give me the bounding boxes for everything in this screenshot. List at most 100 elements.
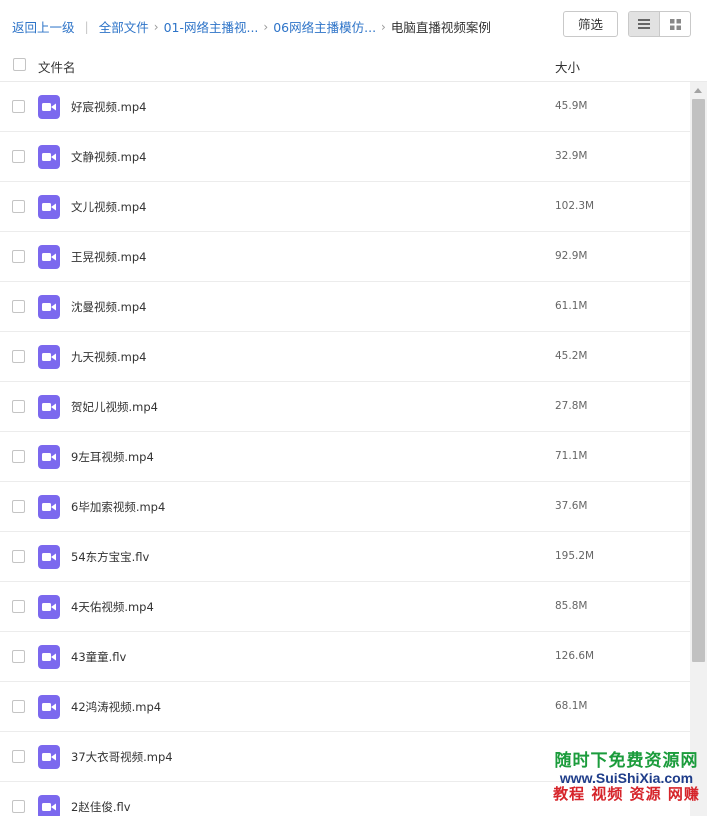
video-camera-icon [42, 603, 56, 611]
video-camera-icon [42, 503, 56, 511]
file-row[interactable]: 43童童.flv 126.6M [0, 632, 690, 682]
file-name[interactable]: 2赵佳俊.flv [71, 799, 131, 815]
video-file-icon [38, 545, 60, 569]
file-checkbox[interactable] [12, 450, 25, 463]
file-name[interactable]: 好宸视频.mp4 [71, 99, 146, 115]
file-name[interactable]: 43童童.flv [71, 649, 126, 665]
file-row[interactable]: 文儿视频.mp4 102.3M [0, 182, 690, 232]
file-name[interactable]: 沈曼视频.mp4 [71, 299, 146, 315]
video-file-icon [38, 95, 60, 119]
video-camera-icon [42, 653, 56, 661]
file-name[interactable]: 4天佑视频.mp4 [71, 599, 154, 615]
video-camera-icon [42, 103, 56, 111]
file-size: 68.1M [555, 700, 588, 712]
video-file-icon [38, 495, 60, 519]
file-name[interactable]: 37大衣哥视频.mp4 [71, 749, 173, 765]
file-name[interactable]: 54东方宝宝.flv [71, 549, 149, 565]
toolbar: 返回上一级 | 全部文件 › 01-网络主播视... › 06网络主播模仿...… [0, 0, 707, 48]
file-checkbox[interactable] [12, 600, 25, 613]
back-link[interactable]: 返回上一级 [12, 17, 75, 36]
file-row[interactable]: 贺妃儿视频.mp4 27.8M [0, 382, 690, 432]
file-checkbox[interactable] [12, 500, 25, 513]
file-size: 92.9M [555, 250, 588, 262]
file-size: 32.9M [555, 150, 588, 162]
file-name[interactable]: 王晃视频.mp4 [71, 249, 146, 265]
file-size: 102.3M [555, 200, 595, 212]
breadcrumb: 返回上一级 | 全部文件 › 01-网络主播视... › 06网络主播模仿...… [12, 17, 491, 36]
select-all-checkbox[interactable] [13, 58, 26, 71]
video-file-icon [38, 445, 60, 469]
video-file-icon [38, 245, 60, 269]
file-row[interactable]: 6毕加索视频.mp4 37.6M [0, 482, 690, 532]
video-file-icon [38, 795, 60, 816]
video-camera-icon [42, 453, 56, 461]
file-checkbox[interactable] [12, 700, 25, 713]
video-camera-icon [42, 353, 56, 361]
breadcrumb-current: 电脑直播视频案例 [390, 20, 491, 35]
file-row[interactable]: 九天视频.mp4 45.2M [0, 332, 690, 382]
file-size: 27.8M [555, 400, 588, 412]
filter-button[interactable]: 筛选 [563, 11, 618, 37]
scroll-up-arrow-icon[interactable] [694, 88, 702, 93]
file-checkbox[interactable] [12, 750, 25, 763]
file-size: 61.1M [555, 300, 588, 312]
file-size: 71.1M [555, 450, 588, 462]
grid-view-button[interactable] [660, 12, 690, 36]
breadcrumb-level-2[interactable]: 06网络主播模仿... [273, 17, 376, 36]
vertical-scrollbar[interactable] [690, 82, 707, 816]
file-row[interactable]: 文静视频.mp4 32.9M [0, 132, 690, 182]
video-camera-icon [42, 803, 56, 811]
file-size: 37.6M [555, 500, 588, 512]
file-name[interactable]: 9左耳视频.mp4 [71, 449, 154, 465]
video-camera-icon [42, 753, 56, 761]
file-checkbox[interactable] [12, 550, 25, 563]
file-size: 126.6M [555, 650, 595, 662]
file-row[interactable]: 9左耳视频.mp4 71.1M [0, 432, 690, 482]
watermark-line-3: 教程 视频 资源 网赚 [553, 785, 700, 804]
video-file-icon [38, 295, 60, 319]
file-checkbox[interactable] [12, 100, 25, 113]
file-name[interactable]: 6毕加索视频.mp4 [71, 499, 165, 515]
column-header-name[interactable]: 文件名 [38, 57, 76, 76]
file-checkbox[interactable] [12, 250, 25, 263]
file-name[interactable]: 文静视频.mp4 [71, 149, 146, 165]
file-row[interactable]: 42鸿涛视频.mp4 68.1M [0, 682, 690, 732]
file-row[interactable]: 54东方宝宝.flv 195.2M [0, 532, 690, 582]
file-size: 45.9M [555, 100, 588, 112]
video-file-icon [38, 195, 60, 219]
file-row[interactable]: 王晃视频.mp4 92.9M [0, 232, 690, 282]
file-checkbox[interactable] [12, 300, 25, 313]
list-view-button[interactable] [629, 12, 660, 36]
file-checkbox[interactable] [12, 800, 25, 813]
file-checkbox[interactable] [12, 650, 25, 663]
file-name[interactable]: 贺妃儿视频.mp4 [71, 399, 158, 415]
list-header: 文件名 大小 [0, 48, 707, 82]
video-camera-icon [42, 303, 56, 311]
file-row[interactable]: 好宸视频.mp4 45.9M [0, 82, 690, 132]
file-checkbox[interactable] [12, 200, 25, 213]
chevron-right-icon: › [381, 19, 386, 34]
breadcrumb-all-files[interactable]: 全部文件 [99, 17, 149, 36]
watermark-line-2: www.SuiShiXia.com [559, 769, 694, 786]
file-name[interactable]: 42鸿涛视频.mp4 [71, 699, 161, 715]
chevron-right-icon: › [153, 19, 159, 34]
video-camera-icon [42, 153, 56, 161]
scrollbar-thumb[interactable] [692, 99, 705, 662]
file-checkbox[interactable] [12, 150, 25, 163]
column-header-size[interactable]: 大小 [555, 57, 580, 76]
file-row[interactable]: 沈曼视频.mp4 61.1M [0, 282, 690, 332]
file-name[interactable]: 九天视频.mp4 [71, 349, 146, 365]
file-checkbox[interactable] [12, 400, 25, 413]
file-checkbox[interactable] [12, 350, 25, 363]
video-camera-icon [42, 403, 56, 411]
video-file-icon [38, 595, 60, 619]
list-view-icon [638, 19, 650, 29]
video-file-icon [38, 645, 60, 669]
file-name[interactable]: 文儿视频.mp4 [71, 199, 146, 215]
video-camera-icon [42, 253, 56, 261]
breadcrumb-level-1[interactable]: 01-网络主播视... [164, 17, 259, 36]
file-size: 45.2M [555, 350, 588, 362]
file-row[interactable]: 4天佑视频.mp4 85.8M [0, 582, 690, 632]
file-size: 195.2M [555, 550, 595, 562]
video-camera-icon [42, 703, 56, 711]
